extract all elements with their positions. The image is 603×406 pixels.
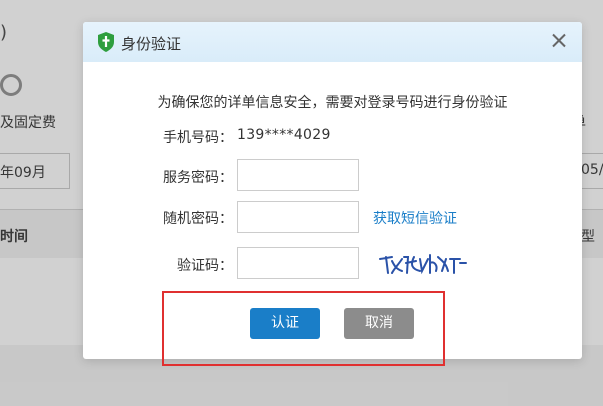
dialog-header: 身份验证 bbox=[83, 22, 582, 62]
highlight-box bbox=[162, 291, 445, 366]
shield-icon bbox=[98, 32, 114, 52]
close-icon[interactable] bbox=[548, 30, 570, 52]
phone-label: 手机号码： bbox=[163, 130, 233, 146]
captcha-input[interactable] bbox=[237, 247, 359, 279]
captcha-label: 验证码： bbox=[177, 258, 233, 274]
dialog-title: 身份验证 bbox=[121, 35, 182, 53]
service-password-label: 服务密码： bbox=[163, 170, 233, 186]
get-sms-code-link[interactable]: 获取短信验证 bbox=[373, 208, 457, 228]
service-password-input[interactable] bbox=[237, 159, 359, 191]
captcha-image[interactable] bbox=[376, 247, 471, 279]
phone-number: 139****4029 bbox=[237, 127, 331, 143]
random-password-input[interactable] bbox=[237, 201, 359, 233]
random-password-label: 随机密码： bbox=[163, 211, 233, 227]
security-notice: 为确保您的详单信息安全，需要对登录号码进行身份验证 bbox=[157, 95, 508, 111]
